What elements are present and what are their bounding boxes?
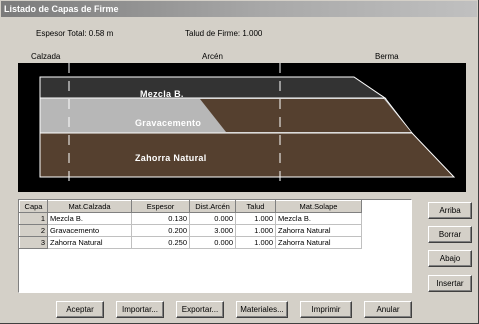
layers-table[interactable]: Capa Mat.Calzada Espesor Dist.Arcén Talu…: [18, 199, 412, 293]
window-title: Listado de Capas de Firme: [1, 1, 477, 17]
layer-2-label: Gravacemento: [135, 118, 202, 128]
layer-3-shape: [39, 132, 456, 178]
column-header[interactable]: Dist.Arcén: [189, 200, 236, 213]
layers-drawing: [39, 63, 456, 188]
export-button[interactable]: Exportar...: [176, 301, 224, 318]
row-number[interactable]: 3: [19, 236, 48, 249]
insert-button[interactable]: Insertar: [428, 275, 472, 292]
section-label-arcen: Arcén: [202, 52, 223, 61]
cell-espesor[interactable]: 0.130: [131, 212, 190, 225]
cell-talud[interactable]: 1.000: [235, 224, 276, 237]
column-header[interactable]: Mat.Calzada: [47, 200, 132, 213]
delete-button[interactable]: Borrar: [428, 226, 472, 243]
cell-espesor[interactable]: 0.200: [131, 224, 190, 237]
column-header[interactable]: Capa: [19, 200, 48, 213]
cell-mat-solape[interactable]: Zahorra Natural: [275, 224, 362, 237]
print-button[interactable]: Imprimir: [300, 301, 352, 318]
layer-1-shape: [39, 76, 387, 99]
pavement-section-preview: Mezcla B. Gravacemento Zahorra Natural: [18, 63, 466, 192]
cell-mat-calzada[interactable]: Mezcla B.: [47, 212, 132, 225]
layer-1-label: Mezcla B.: [140, 89, 184, 99]
total-thickness-label: Espesor Total: 0.58 m: [36, 29, 114, 38]
layer-list-window: Listado de Capas de Firme Espesor Total:…: [0, 0, 479, 324]
row-number[interactable]: 1: [19, 212, 48, 225]
slope-label: Talud de Firme: 1.000: [185, 29, 263, 38]
section-label-calzada: Calzada: [31, 52, 61, 61]
table-row[interactable]: 1 Mezcla B. 0.130 0.000 1.000 Mezcla B.: [19, 212, 362, 225]
row-number[interactable]: 2: [19, 224, 48, 237]
cell-mat-calzada[interactable]: Zahorra Natural: [47, 236, 132, 249]
table-row[interactable]: 3 Zahorra Natural 0.250 0.000 1.000 Zaho…: [19, 236, 362, 249]
cell-mat-solape[interactable]: Zahorra Natural: [275, 236, 362, 249]
materials-button[interactable]: Materiales...: [236, 301, 288, 318]
cell-talud[interactable]: 1.000: [235, 236, 276, 249]
cell-mat-solape[interactable]: Mezcla B.: [275, 212, 362, 225]
import-button[interactable]: Importar...: [116, 301, 164, 318]
cell-dist-arcen[interactable]: 3.000: [189, 224, 236, 237]
table-header-row: Capa Mat.Calzada Espesor Dist.Arcén Talu…: [19, 200, 362, 213]
cell-dist-arcen[interactable]: 0.000: [189, 212, 236, 225]
layer-2-solape-shape: [200, 99, 411, 132]
accept-button[interactable]: Aceptar: [56, 301, 104, 318]
move-up-button[interactable]: Arriba: [428, 202, 472, 219]
move-down-button[interactable]: Abajo: [428, 250, 472, 267]
column-header[interactable]: Espesor: [131, 200, 190, 213]
column-header[interactable]: Talud: [235, 200, 276, 213]
table-row[interactable]: 2 Gravacemento 0.200 3.000 1.000 Zahorra…: [19, 224, 362, 237]
column-header[interactable]: Mat.Solape: [275, 200, 362, 213]
cancel-button[interactable]: Anular: [364, 301, 412, 318]
cell-mat-calzada[interactable]: Gravacemento: [47, 224, 132, 237]
cell-dist-arcen[interactable]: 0.000: [189, 236, 236, 249]
section-label-berma: Berma: [375, 52, 399, 61]
layer-3-label: Zahorra Natural: [135, 153, 207, 163]
cell-talud[interactable]: 1.000: [235, 212, 276, 225]
cell-espesor[interactable]: 0.250: [131, 236, 190, 249]
